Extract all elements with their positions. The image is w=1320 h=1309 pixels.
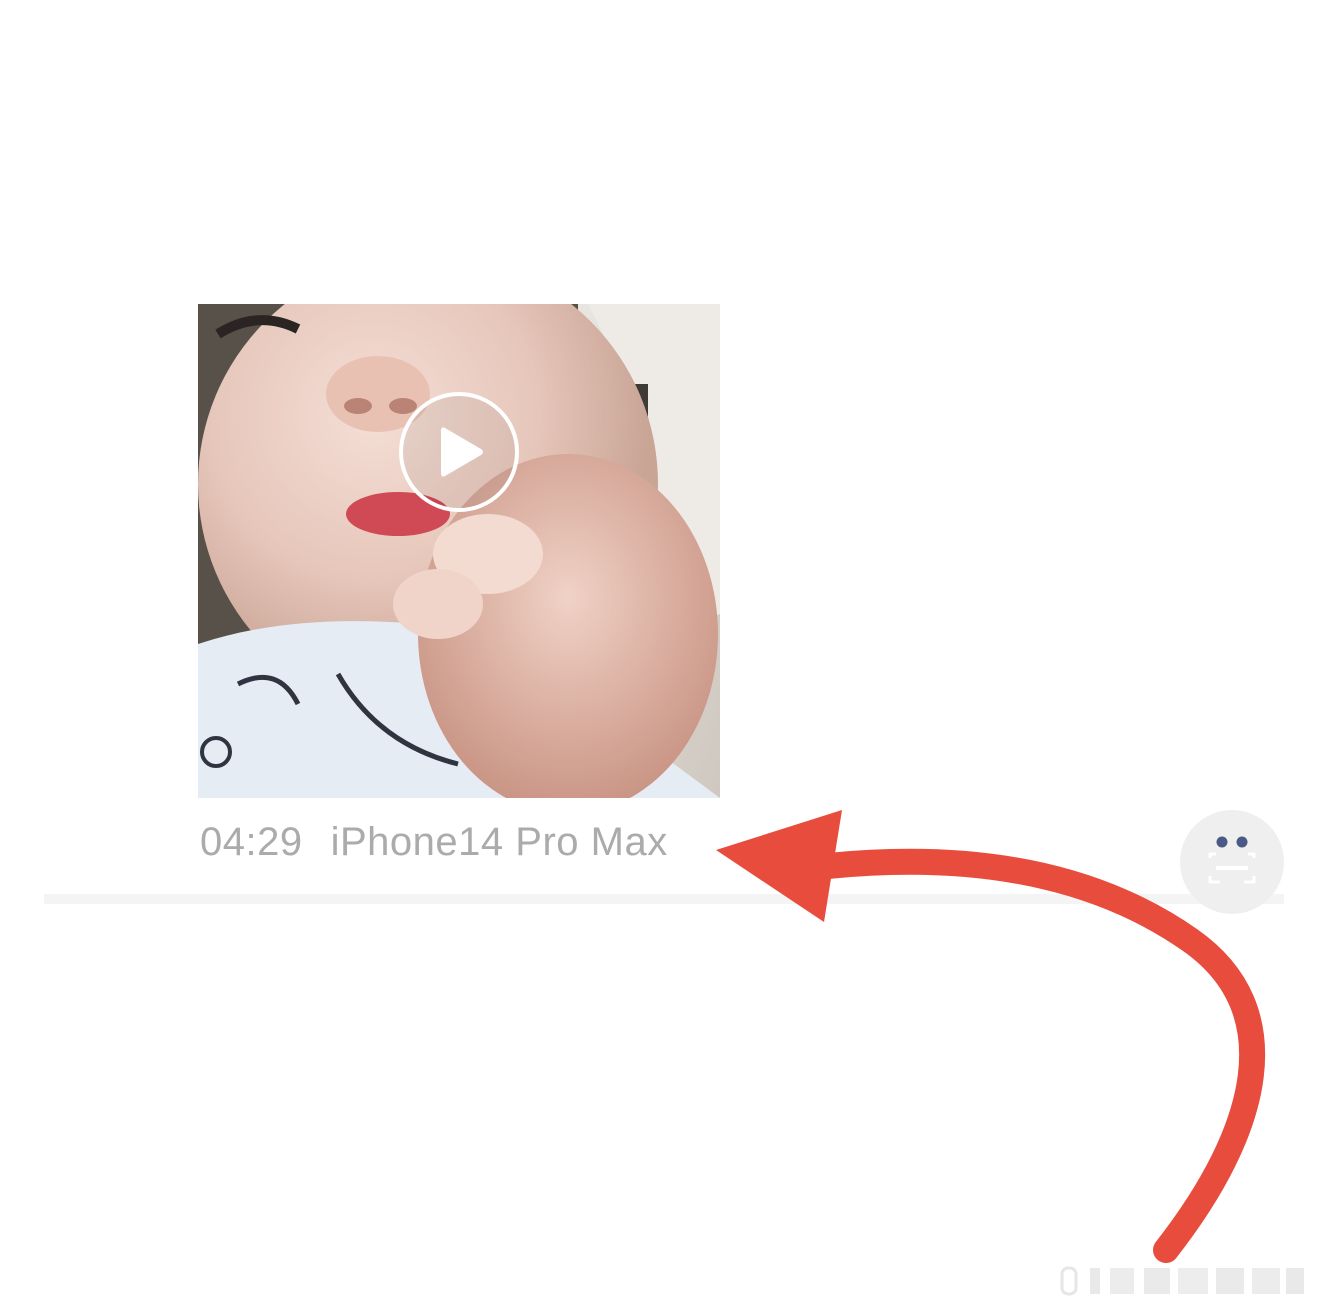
- post-device: iPhone14 Pro Max: [330, 819, 668, 864]
- floating-assistant-button[interactable]: [1180, 810, 1284, 914]
- post-meta: 04:29 iPhone14 Pro Max: [200, 818, 668, 866]
- watermark: [1060, 1266, 1304, 1296]
- robot-face-icon: [1208, 836, 1256, 884]
- video-still-image: [198, 304, 720, 798]
- divider: [44, 894, 1284, 904]
- play-icon[interactable]: [397, 390, 521, 514]
- video-thumbnail[interactable]: [198, 304, 720, 798]
- post-time: 04:29: [200, 819, 303, 864]
